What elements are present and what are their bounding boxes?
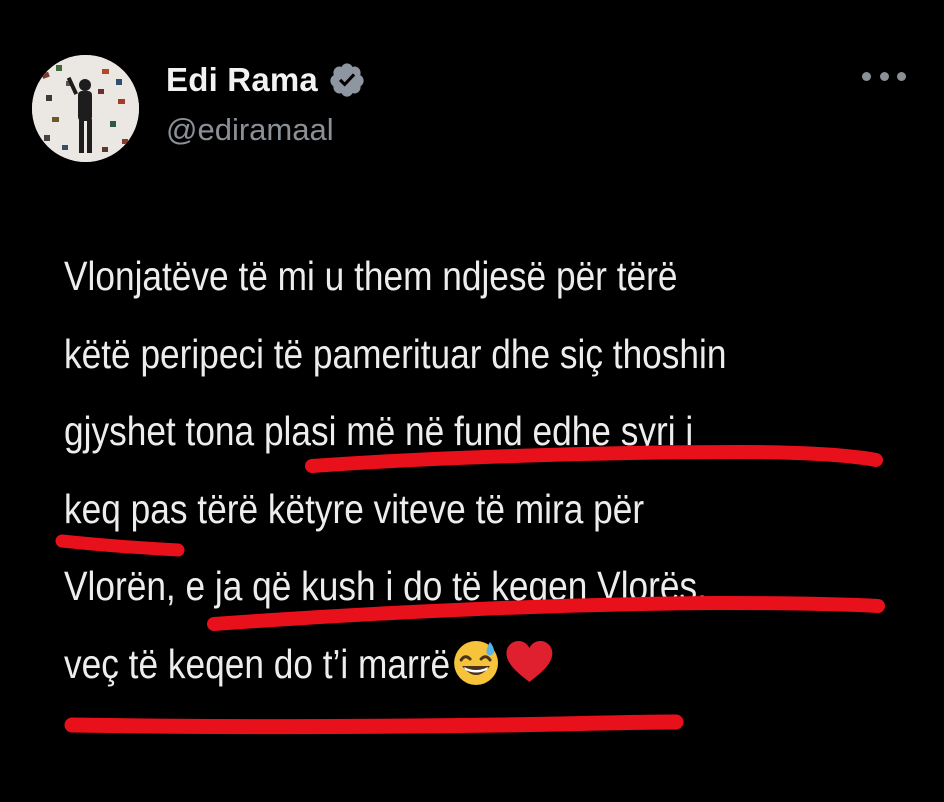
red-heart-icon — [503, 636, 555, 688]
tweet-text-last-line: veç të keqen do t’i marrë — [64, 626, 915, 704]
tweet-text-line: keq pas tërë këtyre viteve të mira për — [64, 485, 645, 532]
tweet-text-line: Vlonjatëve të mi u them ndjesë për tërë — [64, 253, 678, 299]
dot — [897, 71, 906, 81]
author-name[interactable]: Edi Rama — [166, 61, 318, 99]
more-horizontal-icon[interactable] — [862, 68, 906, 84]
tweet-text-line: këtë peripeci të pamerituar dhe siç thos… — [64, 330, 727, 377]
tweet-text-line: Vlorën, e ja që kush i do të keqen Vlorë… — [64, 563, 707, 609]
tweet-card: Edi Rama @ediramaal Vlonjatëve të mi u t… — [0, 0, 944, 802]
grinning-face-with-sweat-icon — [450, 636, 502, 688]
tweet-text: Vlonjatëve të mi u them ndjesë për tërë … — [64, 238, 915, 703]
dot — [862, 71, 871, 81]
verified-badge-icon — [328, 61, 366, 99]
profile-photo-icon — [32, 55, 139, 162]
author-handle[interactable]: @ediramaal — [166, 112, 334, 148]
tweet-text-line: veç të keqen do t’i marrë — [64, 640, 451, 687]
dot — [879, 71, 889, 81]
underline-mark — [64, 714, 684, 734]
author-row: Edi Rama — [166, 58, 366, 102]
avatar[interactable] — [32, 55, 139, 162]
tweet-text-line: gjyshet tona plasi më në fund edhe syri … — [64, 408, 694, 454]
